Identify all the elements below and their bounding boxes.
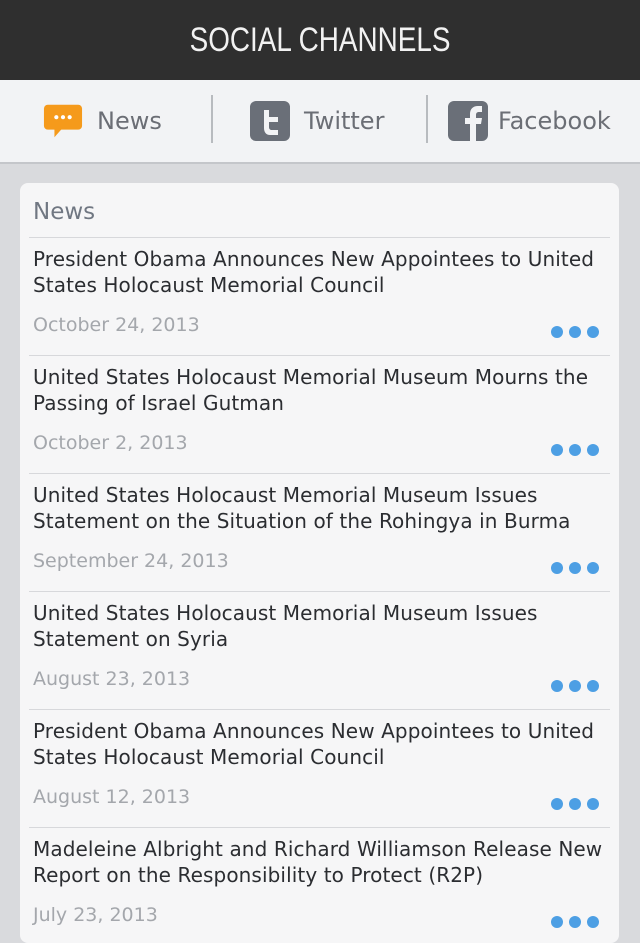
news-headline: United States Holocaust Memorial Museum … bbox=[33, 483, 571, 533]
news-card: News President Obama Announces New Appoi… bbox=[20, 183, 619, 943]
tab-news-label: News bbox=[97, 107, 162, 135]
more-options-icon[interactable] bbox=[551, 680, 599, 692]
more-options-icon[interactable] bbox=[551, 916, 599, 928]
news-date: October 24, 2013 bbox=[33, 314, 200, 336]
list-item[interactable]: Madeleine Albright and Richard Williamso… bbox=[20, 828, 619, 943]
more-options-icon[interactable] bbox=[551, 326, 599, 338]
list-item[interactable]: President Obama Announces New Appointees… bbox=[20, 238, 619, 356]
twitter-icon bbox=[250, 101, 290, 141]
more-options-icon[interactable] bbox=[551, 562, 599, 574]
tab-divider bbox=[211, 95, 213, 143]
tab-twitter-label: Twitter bbox=[304, 107, 385, 135]
more-options-icon[interactable] bbox=[551, 798, 599, 810]
tab-facebook[interactable]: Facebook bbox=[448, 80, 611, 162]
channel-tab-bar: News Twitter Facebook bbox=[0, 80, 640, 164]
facebook-icon bbox=[448, 101, 488, 141]
news-headline: United States Holocaust Memorial Museum … bbox=[33, 601, 538, 651]
news-headline: United States Holocaust Memorial Museum … bbox=[33, 365, 589, 415]
app-header: SOCIAL CHANNELS bbox=[0, 0, 640, 80]
list-item[interactable]: United States Holocaust Memorial Museum … bbox=[20, 474, 619, 592]
tab-news[interactable]: News bbox=[43, 80, 162, 162]
news-date: August 12, 2013 bbox=[33, 786, 191, 808]
card-title: News bbox=[33, 199, 96, 225]
news-date: September 24, 2013 bbox=[33, 550, 229, 572]
list-item[interactable]: United States Holocaust Memorial Museum … bbox=[20, 592, 619, 710]
news-list: President Obama Announces New Appointees… bbox=[20, 238, 619, 943]
news-headline: President Obama Announces New Appointees… bbox=[33, 247, 595, 297]
news-headline: Madeleine Albright and Richard Williamso… bbox=[33, 837, 603, 887]
tab-divider bbox=[426, 95, 428, 143]
news-date: July 23, 2013 bbox=[33, 904, 158, 926]
news-headline: President Obama Announces New Appointees… bbox=[33, 719, 595, 769]
tab-twitter[interactable]: Twitter bbox=[250, 80, 384, 162]
more-options-icon[interactable] bbox=[551, 444, 599, 456]
tab-facebook-label: Facebook bbox=[498, 107, 611, 135]
speech-bubble-icon bbox=[43, 101, 83, 141]
news-date: October 2, 2013 bbox=[33, 432, 188, 454]
page-title: SOCIAL CHANNELS bbox=[189, 20, 451, 59]
list-item[interactable]: United States Holocaust Memorial Museum … bbox=[20, 356, 619, 474]
news-date: August 23, 2013 bbox=[33, 668, 191, 690]
list-item[interactable]: President Obama Announces New Appointees… bbox=[20, 710, 619, 828]
